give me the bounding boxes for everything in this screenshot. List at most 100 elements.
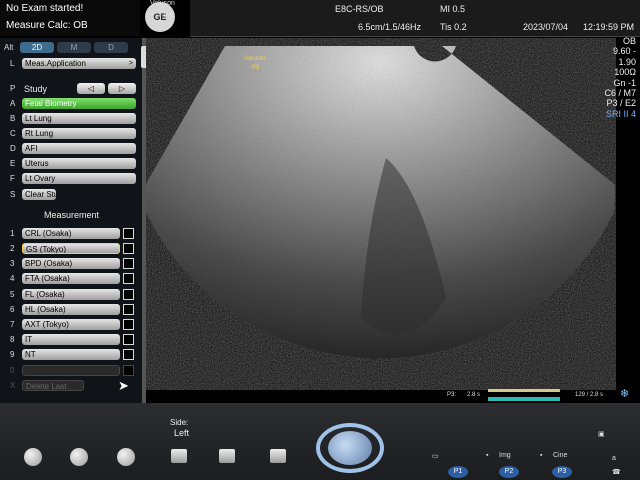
- tab-m[interactable]: M: [57, 42, 91, 53]
- top-status-bar: E8C-RS/OB 6.5cm/1.5/46Hz MI 0.5 Tis 0.2 …: [190, 0, 640, 37]
- p3-button[interactable]: P3: [552, 466, 572, 478]
- probe-model: P8: [164, 12, 173, 19]
- p2-button[interactable]: P2: [499, 466, 519, 478]
- side-label: Side:: [170, 418, 189, 427]
- img-label: Img: [499, 452, 511, 459]
- measurement-fta-osaka[interactable]: FTA (Osaka): [22, 273, 120, 284]
- cine-store-icon[interactable]: ▪: [540, 452, 542, 459]
- measurement-checkbox[interactable]: [123, 304, 134, 315]
- measurement-checkbox[interactable]: [123, 349, 134, 360]
- measurement-key: 0: [10, 366, 15, 375]
- measurement-fl-osaka[interactable]: FL (Osaka): [22, 289, 120, 300]
- clear-study-button[interactable]: Clear Study: [22, 189, 56, 200]
- meas-application-dropdown[interactable]: Meas.Application >: [22, 58, 136, 69]
- measurement-checkbox[interactable]: [123, 273, 134, 284]
- study-key: B: [10, 114, 16, 123]
- snowflake-icon: ❄: [620, 388, 630, 400]
- p1-button[interactable]: P1: [448, 466, 468, 478]
- param-dynamic-range: 100Ω: [614, 67, 636, 78]
- study-label: Study: [24, 84, 48, 94]
- triangle-left-icon: ◁: [87, 84, 95, 93]
- mode-tabs: 2D M D: [20, 42, 128, 53]
- study-item-afi[interactable]: AFI: [22, 143, 136, 154]
- study-item-lt-ovary[interactable]: Lt Ovary: [22, 173, 136, 184]
- measurement-crl-osaka[interactable]: CRL (Osaka): [22, 228, 120, 239]
- measurement-empty-slot: [22, 365, 120, 376]
- console-knob[interactable]: [70, 448, 88, 466]
- measurement-key: 9: [10, 350, 15, 359]
- measure-calc-text: Measure Calc: OB: [6, 20, 88, 31]
- console-knob[interactable]: [171, 449, 187, 463]
- thermal-index: Tis 0.2: [440, 22, 467, 32]
- cine-frame-count: 129 / 2.8 s: [575, 392, 604, 398]
- l-key-label: L: [10, 59, 15, 68]
- phone-icon[interactable]: ☎: [612, 468, 621, 476]
- param-cm: C6 / M7: [604, 88, 636, 99]
- cine-store-label: Cine: [553, 452, 568, 459]
- triangle-right-icon: ▷: [118, 84, 126, 93]
- param-preset: OB: [622, 36, 636, 46]
- measurement-checkbox[interactable]: [123, 334, 134, 345]
- tab-2d[interactable]: 2D: [20, 42, 54, 53]
- image-brand-label: Voluson: [244, 56, 266, 62]
- measurement-key: 1: [10, 229, 15, 238]
- param-sri: SRI II 4: [605, 108, 636, 119]
- chevron-right-icon: >: [128, 60, 133, 67]
- image-model-label: P8: [252, 65, 260, 71]
- cine-progress-bar[interactable]: [488, 397, 560, 401]
- ultrasound-scan: [145, 46, 615, 359]
- study-key: D: [10, 144, 16, 153]
- side-value: Left: [174, 428, 190, 438]
- console-knob[interactable]: [117, 448, 135, 466]
- monitor-icon[interactable]: ▣: [598, 430, 605, 438]
- mechanical-index: MI 0.5: [440, 4, 466, 14]
- measurement-checkbox[interactable]: [123, 228, 134, 239]
- study-item-fetal-biometry[interactable]: Fetal Biometry: [22, 98, 136, 109]
- measurement-nt[interactable]: NT: [22, 349, 120, 360]
- image-store-icon[interactable]: ▭: [432, 452, 439, 460]
- measurement-key: 8: [10, 335, 15, 344]
- measurement-key: 2: [10, 244, 15, 253]
- console-knob[interactable]: [24, 448, 42, 466]
- scan-parameters: 6.5cm/1.5/46Hz: [358, 22, 422, 32]
- study-item-uterus[interactable]: Uterus: [22, 158, 136, 169]
- study-key: A: [10, 99, 16, 108]
- study-key: E: [10, 159, 16, 168]
- console-knob[interactable]: [270, 449, 286, 463]
- study-item-lt-lung[interactable]: Lt Lung: [22, 113, 136, 124]
- cine-progress-bar[interactable]: [488, 389, 560, 392]
- status-panel: No Exam started! Measure Calc: OB: [0, 0, 140, 36]
- param-pe: P3 / E2: [606, 98, 636, 109]
- measurement-gs-tokyo[interactable]: GS (Tokyo): [22, 243, 120, 254]
- tab-d[interactable]: D: [94, 42, 128, 53]
- measurement-checkbox[interactable]: [123, 289, 134, 300]
- delete-last-button[interactable]: Delete Last: [22, 380, 84, 391]
- time-display: 12:19:59 PM: [583, 22, 635, 32]
- study-next-button[interactable]: ▷: [108, 83, 136, 94]
- measurement-checkbox[interactable]: [123, 258, 134, 269]
- measurement-key: 5: [10, 290, 15, 299]
- param-frequency: 9.60 - 1.90: [612, 46, 636, 67]
- key-label: a: [612, 455, 616, 462]
- measurement-bpd-osaka[interactable]: BPD (Osaka): [22, 258, 120, 269]
- measurement-key: 6: [10, 305, 15, 314]
- image-parameters: OB 9.60 - 1.90 100Ω Gn -1 C6 / M7 P3 / E…: [596, 36, 636, 119]
- cine-label: P3:: [447, 392, 457, 398]
- study-prev-button[interactable]: ◁: [77, 83, 105, 94]
- trackball-icon[interactable]: [328, 431, 372, 465]
- measurement-key: X: [10, 381, 16, 390]
- measurement-checkbox[interactable]: [123, 319, 134, 330]
- measurement-it[interactable]: IT: [22, 334, 120, 345]
- study-key: S: [10, 190, 16, 199]
- meas-application-label: Meas.Application: [25, 59, 86, 68]
- console-knob[interactable]: [219, 449, 235, 463]
- measurement-hl-osaka[interactable]: HL (Osaka): [22, 304, 120, 315]
- probe-application: E8C-RS/OB: [335, 4, 384, 14]
- measurement-checkbox[interactable]: [123, 243, 134, 254]
- ultrasound-image-area[interactable]: [145, 38, 616, 403]
- study-item-rt-lung[interactable]: Rt Lung: [22, 128, 136, 139]
- study-key: F: [10, 174, 15, 183]
- measurement-key: 7: [10, 320, 15, 329]
- measurement-axt-tokyo[interactable]: AXT (Tokyo): [22, 319, 120, 330]
- img-store-icon[interactable]: ▪: [486, 452, 488, 459]
